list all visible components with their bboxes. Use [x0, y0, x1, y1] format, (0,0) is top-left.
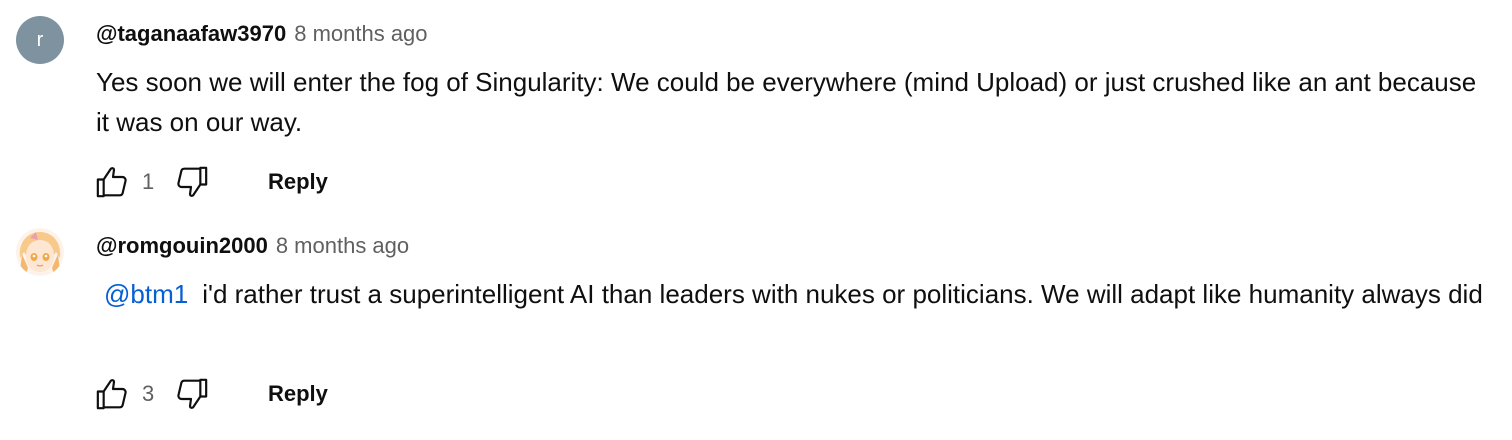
- comment-text: @btm1 i'd rather trust a superintelligent…: [96, 274, 1486, 314]
- like-count: 1: [142, 169, 155, 194]
- reply-button[interactable]: Reply: [258, 375, 338, 413]
- comment-text: Yes soon we will enter the fog of Singul…: [96, 67, 1477, 137]
- comment-timestamp[interactable]: 8 months ago: [294, 21, 427, 47]
- avatar[interactable]: [16, 228, 64, 276]
- author-name[interactable]: @taganaafaw3970: [96, 21, 286, 47]
- comment-header: @taganaafaw3970 8 months ago: [96, 21, 428, 51]
- thumbs-down-icon: [177, 378, 208, 409]
- avatar-letter: r: [36, 28, 44, 51]
- author-name[interactable]: @romgouin2000: [96, 233, 268, 259]
- comment-text-body: i'd rather trust a superintelligent AI t…: [202, 279, 1483, 309]
- anime-avatar-image: [16, 228, 64, 276]
- comment-timestamp[interactable]: 8 months ago: [276, 233, 409, 259]
- like-button[interactable]: [92, 162, 132, 202]
- thumbs-down-icon: [177, 166, 208, 197]
- like-count: 3: [142, 381, 155, 406]
- mention-link[interactable]: @btm1: [104, 279, 188, 309]
- reply-button[interactable]: Reply: [258, 163, 338, 201]
- comment-header: @romgouin2000 8 months ago: [96, 233, 409, 263]
- comment-thread-item: @romgouin2000 8 months ago @btm1 i'd rath…: [0, 212, 1512, 440]
- dislike-button[interactable]: [172, 374, 212, 414]
- avatar[interactable]: r: [16, 16, 64, 64]
- comment-action-bar: 3 Reply: [92, 374, 338, 414]
- dislike-button[interactable]: [172, 162, 212, 202]
- thumbs-up-icon: [96, 167, 127, 198]
- thumbs-up-icon: [96, 379, 127, 410]
- like-button[interactable]: [92, 374, 132, 414]
- comment-action-bar: 1 Reply: [92, 162, 338, 202]
- comment-thread-item: r @taganaafaw3970 8 months ago Yes soon …: [0, 0, 1512, 212]
